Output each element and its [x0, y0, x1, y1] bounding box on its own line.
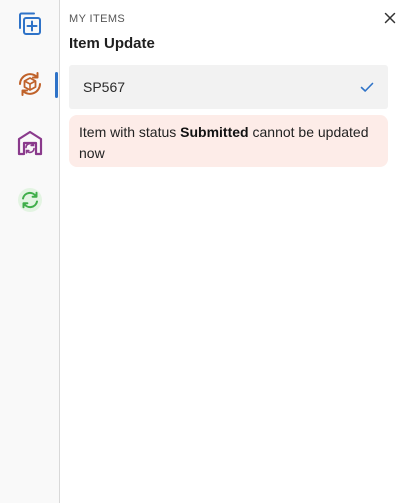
sidebar-item-warehouse-refresh[interactable] [0, 125, 60, 165]
check-icon [360, 82, 374, 93]
sidebar-item-package-refresh[interactable] [0, 66, 60, 106]
sidebar [0, 0, 60, 503]
close-button[interactable] [382, 12, 398, 28]
alert-text-prefix: Item with status [79, 124, 181, 140]
page-title: Item Update [69, 35, 155, 52]
sidebar-item-sync[interactable] [0, 182, 60, 222]
active-indicator [55, 72, 58, 98]
add-copy-icon [16, 10, 44, 43]
sync-icon [16, 186, 44, 219]
package-refresh-icon [15, 69, 45, 104]
item-update-app: MY ITEMS Item Update SP567 Item with sta… [0, 0, 406, 503]
section-label: MY ITEMS [69, 13, 126, 25]
item-select[interactable]: SP567 [69, 65, 388, 109]
main-panel: MY ITEMS Item Update SP567 Item with sta… [60, 0, 406, 503]
sidebar-item-add-copy[interactable] [0, 6, 60, 46]
item-select-value: SP567 [83, 79, 126, 95]
warehouse-refresh-icon [15, 128, 45, 163]
status-alert: Item with status Submitted cannot be upd… [69, 115, 388, 167]
close-icon [384, 11, 396, 29]
alert-status: Submitted [180, 124, 249, 140]
